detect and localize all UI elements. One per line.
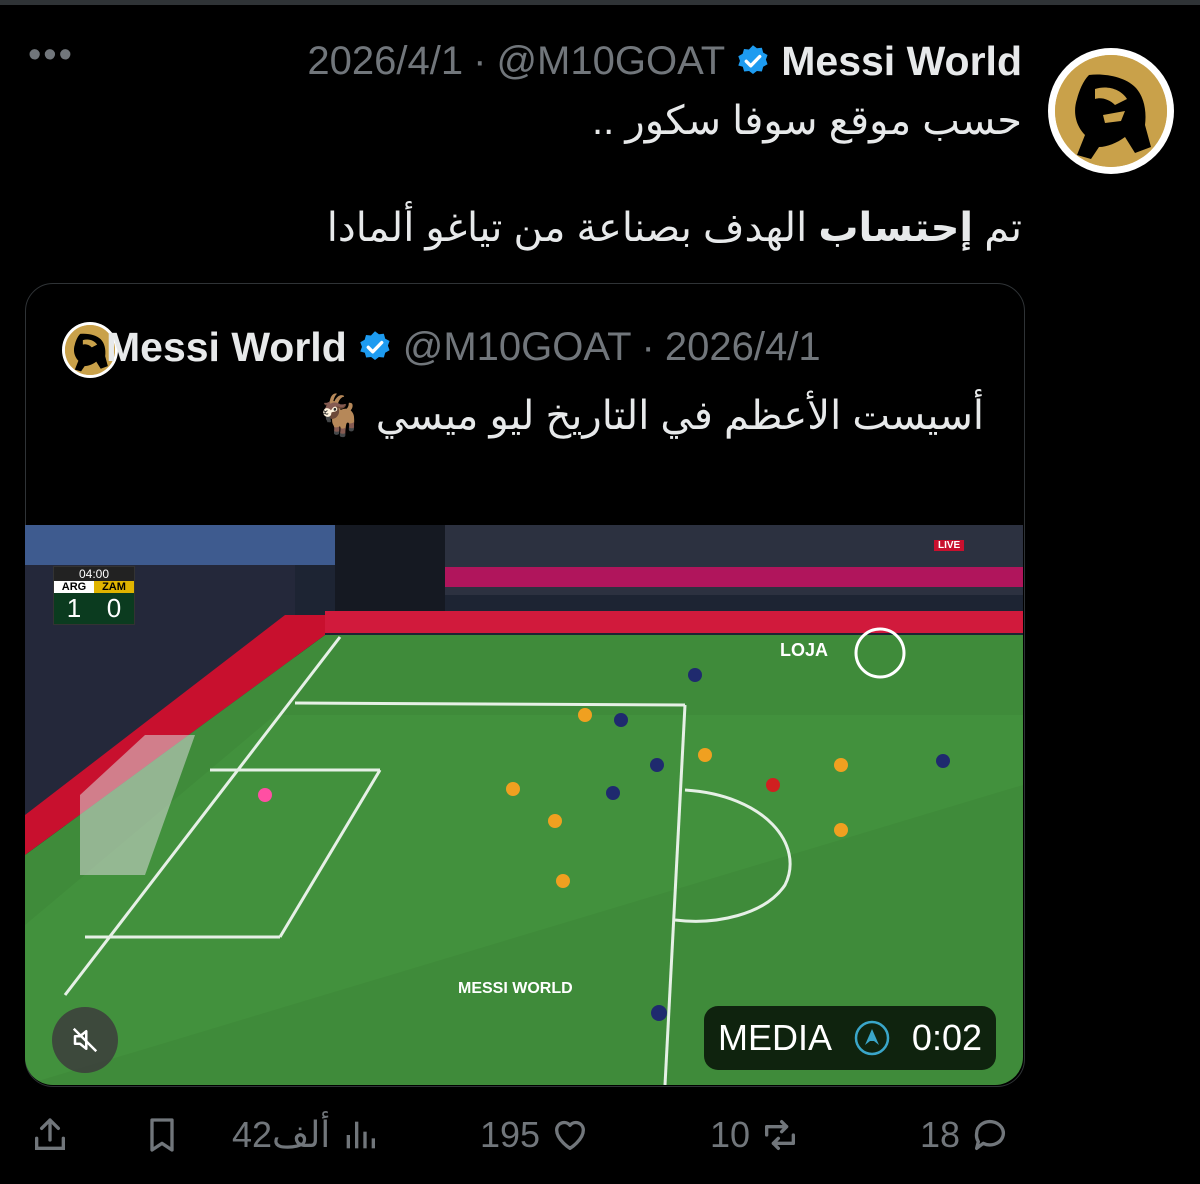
quoted-author-name[interactable]: Messi World [106, 324, 347, 371]
goat-logo-icon [1055, 55, 1167, 167]
broadcaster-logo: LOJA [780, 640, 829, 660]
quoted-post-header: Messi World @M10GOAT · 2026/4/1 [106, 322, 821, 372]
post-text-line2: تم إحتساب الهدف بصناعة من تياغو ألمادا [327, 205, 1022, 251]
post-text-prefix: تم [973, 206, 1022, 250]
verified-badge-icon [738, 45, 768, 75]
share-icon [35, 1118, 65, 1150]
repost-button[interactable]: 10 [710, 1110, 800, 1160]
home-team: ARG [54, 581, 94, 593]
likes-count: 195 [480, 1114, 541, 1155]
post-handle[interactable]: @M10GOAT [496, 39, 725, 84]
video-duration: 0:02 [911, 1017, 982, 1058]
video-watermark: MESSI WORLD [458, 980, 573, 997]
quoted-date[interactable]: 2026/4/1 [665, 325, 821, 370]
replies-count: 18 [920, 1114, 961, 1155]
scoreboard: 04:00 ARG ZAM 1 0 [53, 566, 135, 625]
bookmark-icon [150, 1118, 174, 1152]
verified-badge-icon [360, 331, 390, 361]
match-clock: 04:00 [54, 567, 134, 581]
away-team: ZAM [94, 581, 134, 593]
heart-icon [555, 1120, 586, 1150]
home-score: 1 [66, 593, 82, 623]
author-name[interactable]: Messi World [781, 38, 1022, 85]
muted-speaker-icon [72, 1027, 98, 1053]
quoted-handle[interactable]: @M10GOAT [403, 325, 632, 370]
quoted-separator: · [641, 324, 655, 369]
post-separator: · [473, 38, 487, 83]
away-score: 0 [106, 593, 122, 623]
author-avatar[interactable] [1048, 48, 1174, 174]
live-badge: LIVE [934, 540, 965, 551]
video-player[interactable] [25, 525, 1023, 1085]
media-label: MEDIA [718, 1017, 833, 1058]
reply-icon [974, 1119, 1006, 1150]
post-actions: 42ألف 195 10 18 [0, 1110, 1200, 1160]
more-options-icon[interactable]: ••• [28, 36, 74, 74]
reposts-count: 10 [710, 1114, 751, 1155]
post-text-suffix: الهدف بصناعة من تياغو ألمادا [326, 206, 819, 250]
bookmark-button[interactable] [142, 1110, 182, 1160]
channel-logo-icon [854, 1020, 890, 1056]
media-info-pill: MEDIA 0:02 [704, 1006, 996, 1070]
like-button[interactable]: 195 [480, 1110, 590, 1160]
post-header: 2026/4/1 · @M10GOAT Messi World [307, 38, 1022, 84]
post-text-bold: إحتساب [818, 206, 974, 250]
post-date[interactable]: 2026/4/1 [307, 39, 463, 84]
views-count: 42ألف [232, 1114, 331, 1155]
video-frame [25, 525, 1023, 1085]
mute-button[interactable] [52, 1007, 118, 1073]
repost-icon [765, 1120, 796, 1150]
match-score: 1 0 [54, 593, 134, 624]
share-button[interactable] [30, 1110, 70, 1160]
team-names: ARG ZAM [54, 581, 134, 593]
reply-button[interactable]: 18 [920, 1110, 1010, 1160]
views-button[interactable]: 42ألف [232, 1110, 380, 1160]
post-text-line1: حسب موقع سوفا سكور .. [592, 99, 1022, 143]
analytics-icon [346, 1121, 376, 1149]
quoted-post-text: أسيست الأعظم في التاريخ ليو ميسي 🐐 [314, 394, 984, 438]
top-divider [0, 0, 1200, 5]
